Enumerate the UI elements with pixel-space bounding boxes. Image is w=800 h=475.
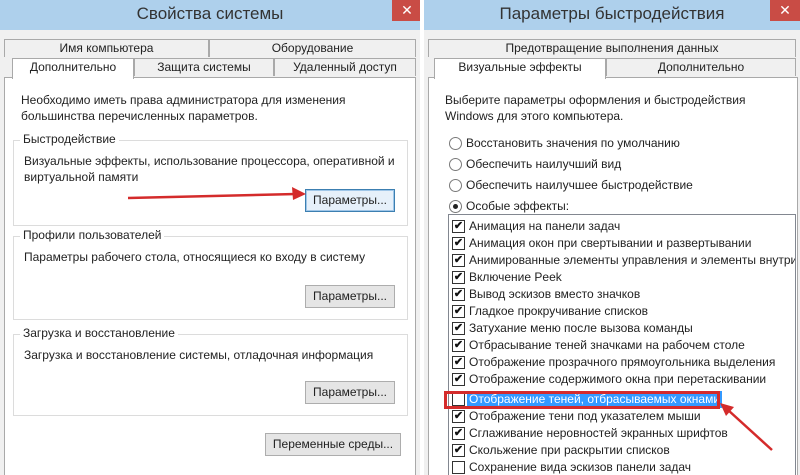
checkbox-unchecked[interactable] (452, 393, 465, 406)
checkbox[interactable]: ✔ (452, 373, 465, 386)
performance-group: Быстродействие Визуальные эффекты, испол… (13, 132, 408, 226)
admin-note: Необходимо иметь права администратора дл… (21, 93, 346, 123)
effect-label: Отображение прозрачного прямоугольника в… (469, 355, 776, 369)
effect-label: Затухание меню после вызова команды (469, 321, 693, 335)
effect-label: Анимация на панели задач (469, 219, 621, 233)
radio-label: Обеспечить наилучший вид (466, 157, 622, 171)
radio-button[interactable] (449, 137, 462, 150)
checkbox[interactable]: ✔ (452, 410, 465, 423)
radio-button-selected[interactable] (449, 200, 462, 213)
window-title: Параметры быстродействия (499, 4, 725, 23)
checkbox[interactable]: ✔ (452, 427, 465, 440)
user-profiles-group: Профили пользователей Параметры рабочего… (13, 228, 408, 320)
intro-text: Выберите параметры оформления и быстроде… (445, 93, 746, 123)
startup-recovery-desc: Загрузка и восстановление системы, отлад… (24, 348, 374, 362)
startup-recovery-settings-button[interactable]: Параметры... (305, 381, 395, 404)
checkbox[interactable]: ✔ (452, 322, 465, 335)
checkbox[interactable]: ✔ (452, 237, 465, 250)
radio-button[interactable] (449, 179, 462, 192)
effects-list[interactable]: ✔ Анимация на панели задач ✔ Анимация окон… (448, 214, 796, 475)
system-properties-window: Свойства системы ✕ Имя компьютера Оборуд… (0, 0, 420, 475)
startup-recovery-label: Загрузка и восстановление (20, 326, 178, 340)
effect-label: Отображение тени под указателем мыши (469, 409, 701, 423)
effect-label: Анимация окон при свертывании и разверты… (469, 236, 752, 250)
radio-label: Восстановить значения по умолчанию (466, 136, 680, 150)
checkbox[interactable]: ✔ (452, 220, 465, 233)
environment-variables-button[interactable]: Переменные среды... (265, 433, 401, 456)
tab-system-protection[interactable]: Защита системы (134, 58, 274, 76)
checkbox[interactable]: ✔ (452, 305, 465, 318)
performance-label: Быстродействие (20, 132, 119, 146)
radio-button[interactable] (449, 158, 462, 171)
title-bar: Свойства системы ✕ (0, 0, 420, 30)
effect-label: Анимированные элементы управления и элем… (469, 253, 796, 267)
advanced-tab-panel: Необходимо иметь права администратора дл… (4, 77, 416, 475)
tab-visual-effects[interactable]: Визуальные эффекты (434, 58, 606, 79)
radio-label: Особые эффекты: (466, 199, 570, 213)
tab-computer-name[interactable]: Имя компьютера (4, 39, 209, 57)
tab-advanced[interactable]: Дополнительно (606, 58, 796, 76)
effect-label: Вывод эскизов вместо значков (469, 287, 641, 301)
startup-recovery-group: Загрузка и восстановление Загрузка и вос… (13, 326, 408, 416)
effect-label: Отбрасывание теней значками на рабочем с… (469, 338, 745, 352)
title-bar: Параметры быстродействия ✕ (424, 0, 800, 30)
performance-desc: Визуальные эффекты, использование процес… (24, 154, 395, 184)
checkbox[interactable]: ✔ (452, 356, 465, 369)
checkbox[interactable]: ✔ (452, 339, 465, 352)
effect-label: Отображение содержимого окна при перетас… (469, 372, 767, 386)
user-profiles-settings-button[interactable]: Параметры... (305, 285, 395, 308)
tab-advanced[interactable]: Дополнительно (12, 58, 134, 79)
radio-label: Обеспечить наилучшее быстродействие (466, 178, 693, 192)
window-title: Свойства системы (136, 4, 284, 23)
tab-hardware[interactable]: Оборудование (209, 39, 416, 57)
close-icon[interactable]: ✕ (770, 0, 800, 21)
checkbox-unchecked[interactable] (452, 461, 465, 474)
effect-label: Включение Peek (469, 270, 562, 284)
effect-label: Отображение теней, отбрасываемых окнами (467, 391, 723, 408)
user-profiles-label: Профили пользователей (20, 228, 165, 242)
effect-label: Сглаживание неровностей экранных шрифтов (469, 426, 728, 440)
performance-options-window: Параметры быстродействия ✕ Предотвращени… (424, 0, 800, 475)
effect-label: Сохранение вида эскизов панели задач (469, 460, 692, 474)
effect-label: Гладкое прокручивание списков (469, 304, 649, 318)
tab-data-execution-prevention[interactable]: Предотвращение выполнения данных (428, 39, 796, 57)
checkbox[interactable]: ✔ (452, 271, 465, 284)
effect-label: Скольжение при раскрытии списков (469, 443, 670, 457)
close-icon[interactable]: ✕ (392, 0, 420, 21)
checkbox[interactable]: ✔ (452, 254, 465, 267)
tab-remote-access[interactable]: Удаленный доступ (274, 58, 416, 76)
user-profiles-desc: Параметры рабочего стола, относящиеся ко… (24, 250, 366, 264)
performance-settings-button[interactable]: Параметры... (305, 189, 395, 212)
checkbox[interactable]: ✔ (452, 444, 465, 457)
checkbox[interactable]: ✔ (452, 288, 465, 301)
